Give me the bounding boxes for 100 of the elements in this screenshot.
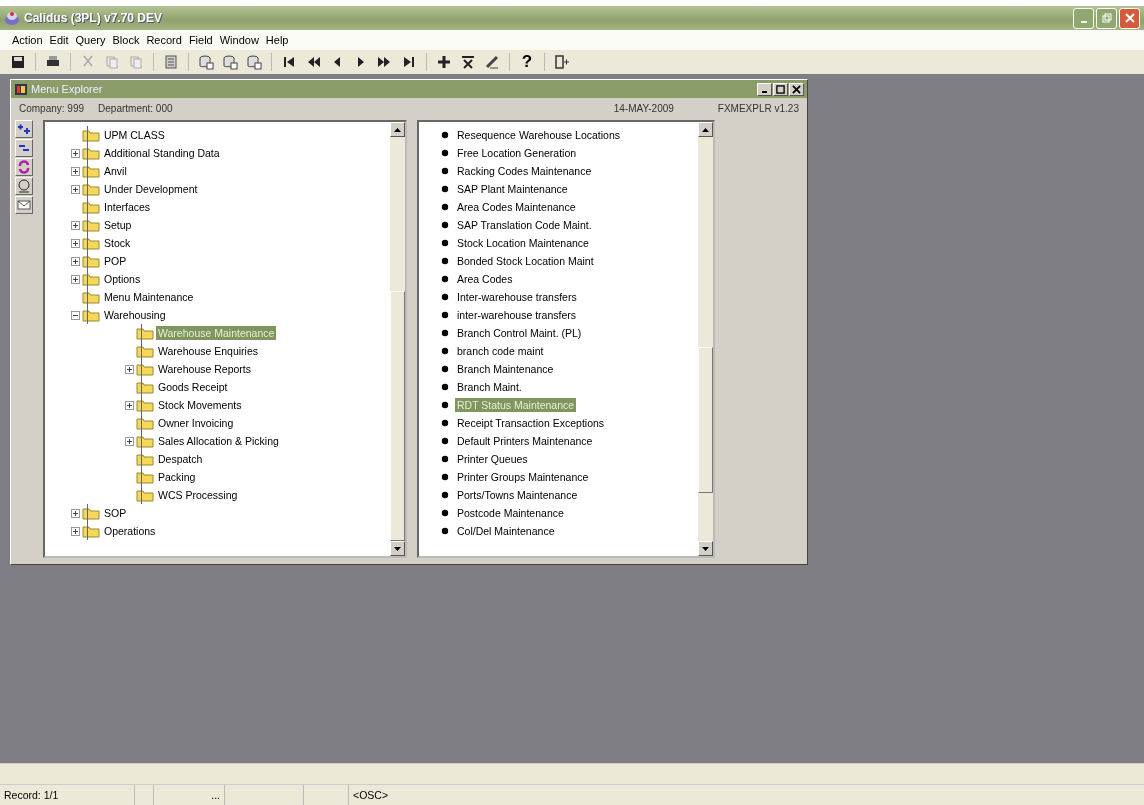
expander-box[interactable] (125, 436, 134, 446)
menu-option[interactable]: Free Location Generation (455, 146, 579, 160)
maximize-button[interactable] (773, 82, 788, 96)
menu-option[interactable]: Default Printers Maintenance (455, 434, 595, 448)
menu-item[interactable]: Edit (49, 34, 69, 46)
tree-item[interactable]: Under Development (102, 182, 200, 196)
menu-item[interactable]: Record (146, 34, 182, 46)
folder-icon (82, 128, 100, 142)
expander-box[interactable] (71, 526, 80, 536)
expander-box[interactable] (71, 238, 80, 248)
menu-option[interactable]: Area Codes Maintenance (455, 200, 578, 214)
tree-item[interactable]: Goods Receipt (156, 380, 230, 394)
menu-option[interactable]: Branch Control Maint. (PL) (455, 326, 584, 340)
expander-box[interactable] (71, 508, 80, 518)
minimize-icon (1080, 21, 1087, 23)
tree-item[interactable]: Warehousing (102, 308, 168, 322)
menu-option[interactable]: branch code maint (455, 344, 546, 358)
expander-box[interactable] (125, 364, 134, 374)
menu-option[interactable]: inter-warehouse transfers (455, 308, 579, 322)
menu-item[interactable]: Window (219, 34, 259, 46)
search-icon[interactable] (15, 177, 33, 195)
menu-option[interactable]: Ports/Towns Maintenance (455, 488, 580, 502)
bullet-icon (441, 203, 449, 211)
menu-option[interactable]: Inter-warehouse transfers (455, 290, 579, 304)
scrollbar-thumb[interactable] (698, 347, 713, 493)
scrollbar-thumb[interactable] (390, 290, 405, 541)
tree-item[interactable]: Packing (156, 470, 198, 484)
close-button[interactable] (789, 82, 804, 96)
tree-item[interactable]: WCS Processing (156, 488, 240, 502)
menu-option[interactable]: SAP Plant Maintenance (455, 182, 570, 196)
tree-item[interactable]: Setup (102, 218, 134, 232)
menu-option[interactable]: Area Codes (455, 272, 515, 286)
refresh-icon[interactable] (15, 158, 33, 176)
bullet-icon (441, 401, 449, 409)
tree-item[interactable]: Warehouse Enquiries (156, 344, 260, 358)
folder-icon (82, 506, 100, 520)
help-button[interactable]: ? (517, 52, 537, 72)
menu-option[interactable]: SAP Translation Code Maint. (455, 218, 594, 232)
tree-item[interactable]: Stock Movements (156, 398, 244, 412)
tree-item[interactable]: Interfaces (102, 200, 153, 214)
expander-box[interactable] (71, 310, 80, 320)
expander-box[interactable] (71, 220, 80, 230)
menu-item[interactable]: Help (265, 34, 289, 46)
menu-option[interactable]: Stock Location Maintenance (455, 236, 591, 250)
menu-option[interactable]: Branch Maint. (455, 380, 524, 394)
expander-box[interactable] (71, 184, 80, 194)
database-icon[interactable] (196, 52, 216, 72)
maximize-icon (776, 84, 785, 94)
tree-item[interactable]: Warehouse Reports (156, 362, 253, 376)
tree-item[interactable]: POP (102, 254, 129, 268)
tree-item[interactable]: Despatch (156, 452, 205, 466)
menu-option[interactable]: Racking Codes Maintenance (455, 164, 594, 178)
menu-option[interactable]: Col/Del Maintenance (455, 524, 557, 538)
menu-item[interactable]: Query (75, 34, 106, 46)
folder-icon (136, 416, 154, 430)
minimize-icon (762, 91, 767, 93)
scrollbar[interactable] (390, 122, 405, 556)
bullet-icon (441, 275, 449, 283)
bullet-icon (441, 239, 449, 247)
tree-item[interactable]: Menu Maintenance (102, 290, 196, 304)
menu-option[interactable]: Printer Queues (455, 452, 530, 466)
scrollbar[interactable] (698, 122, 713, 556)
minimize-button[interactable] (757, 82, 772, 96)
version-label: FXMEXPLR v1.23 (717, 102, 799, 114)
database-icon[interactable] (220, 52, 240, 72)
record-count: Record: 1/1 (0, 785, 135, 805)
menu-item[interactable]: Field (188, 34, 213, 46)
menu-item[interactable]: Block (112, 34, 140, 46)
bullet-icon (441, 365, 449, 373)
restore-button[interactable] (1096, 7, 1117, 29)
expander-box[interactable] (71, 274, 80, 284)
bullet-icon (441, 509, 449, 517)
database-icon[interactable] (244, 52, 264, 72)
tree-item[interactable]: SOP (102, 506, 129, 520)
menu-option[interactable]: Postcode Maintenance (455, 506, 566, 520)
tree-item[interactable]: Options (102, 272, 143, 286)
exit-icon[interactable] (552, 52, 572, 72)
menu-option[interactable]: Bonded Stock Location Maint (455, 254, 596, 268)
folder-icon (136, 488, 154, 502)
mail-icon[interactable] (15, 196, 33, 214)
tree-item[interactable]: Owner Invoicing (156, 416, 236, 430)
tree-item[interactable]: Sales Allocation & Picking (156, 434, 281, 448)
expander-box[interactable] (125, 400, 134, 410)
expand-all-icon[interactable] (15, 120, 33, 138)
expander-box[interactable] (71, 256, 80, 266)
tree-item[interactable]: Operations (102, 524, 158, 538)
expander-box[interactable] (71, 148, 80, 158)
tree-item[interactable]: Anvil (102, 164, 129, 178)
menu-option[interactable]: Branch Maintenance (455, 362, 556, 376)
bullet-icon (441, 437, 449, 445)
expander-box[interactable] (71, 166, 80, 176)
menu-option[interactable]: Resequence Warehouse Locations (455, 128, 623, 142)
collapse-all-icon[interactable] (15, 139, 33, 157)
bullet-icon (441, 131, 449, 139)
menu-option[interactable]: Printer Groups Maintenance (455, 470, 591, 484)
tree-item[interactable]: UPM CLASS (102, 128, 167, 142)
tree-item[interactable]: Stock (102, 236, 133, 250)
tree-item[interactable]: Additional Standing Data (102, 146, 222, 160)
menu-option[interactable]: Receipt Transaction Exceptions (455, 416, 607, 430)
menu-item[interactable]: Action (12, 34, 43, 46)
